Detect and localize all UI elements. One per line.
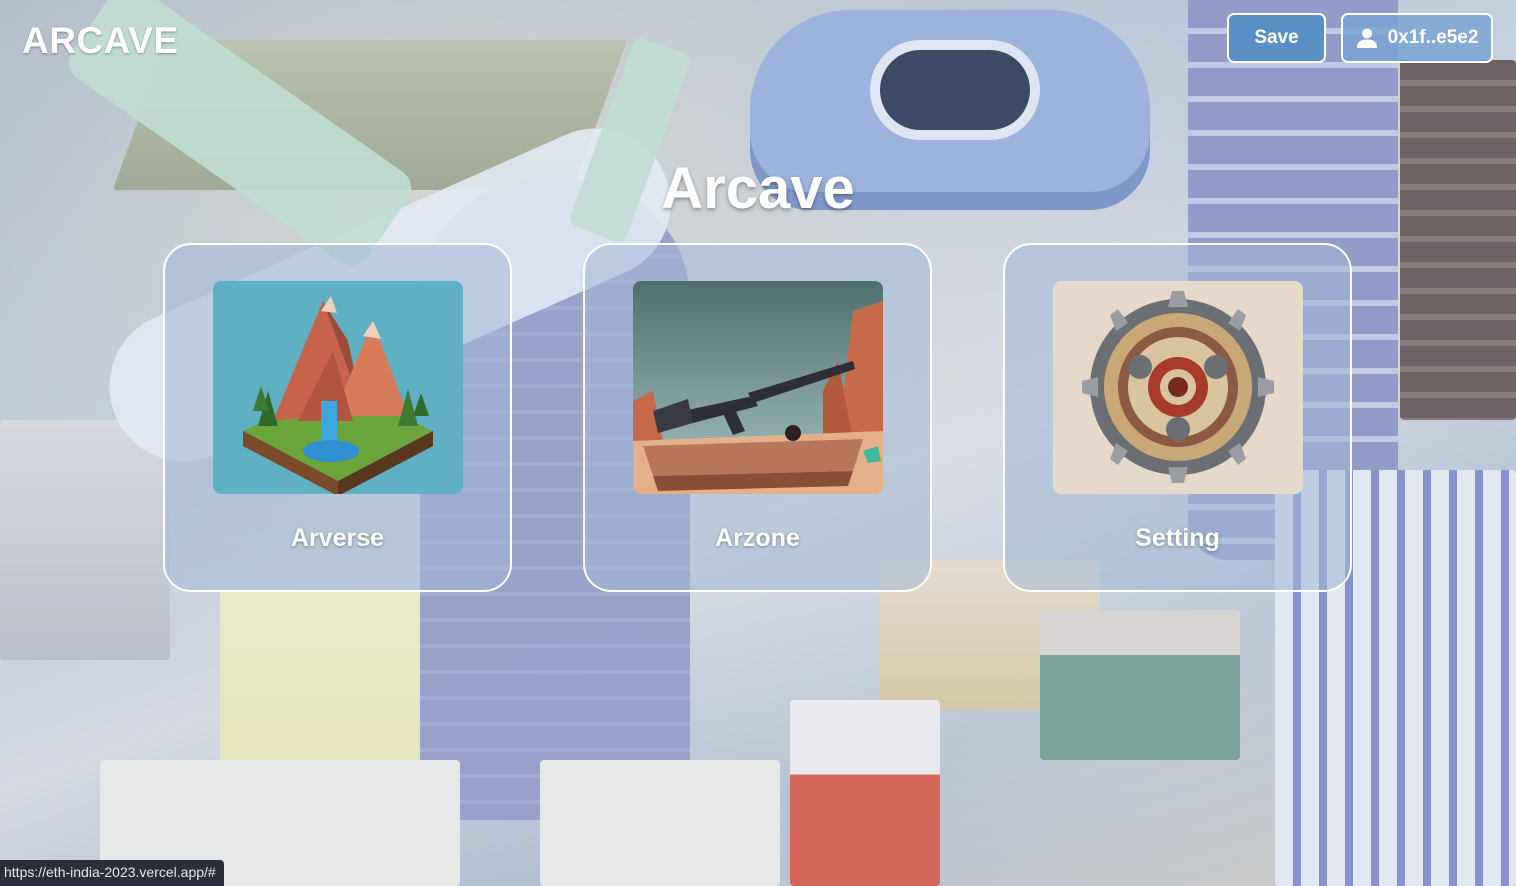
card-setting[interactable]: Setting — [1003, 243, 1352, 592]
card-label-arzone: Arzone — [715, 524, 800, 552]
menu-cards: Arverse Arzone Setting — [163, 243, 1352, 592]
page-title: Arcave — [661, 156, 855, 221]
low-poly-mountain-island-image — [212, 281, 463, 494]
card-arverse[interactable]: Arverse — [163, 243, 512, 592]
status-bar-url: https://eth-india-2023.vercel.app/# — [0, 860, 224, 886]
card-arzone[interactable]: Arzone — [583, 243, 932, 592]
save-button[interactable]: Save — [1227, 13, 1326, 63]
account-button[interactable]: 0x1f..e5e2 — [1341, 13, 1493, 63]
card-label-setting: Setting — [1135, 524, 1220, 552]
account-address: 0x1f..e5e2 — [1387, 27, 1479, 48]
low-poly-rifle-image — [632, 281, 883, 494]
brand-logo[interactable]: ARCAVE — [22, 20, 179, 62]
top-actions: Save 0x1f..e5e2 — [1227, 13, 1493, 63]
user-icon — [1356, 27, 1378, 49]
card-label-arverse: Arverse — [290, 524, 385, 552]
gear-image — [1052, 281, 1303, 494]
